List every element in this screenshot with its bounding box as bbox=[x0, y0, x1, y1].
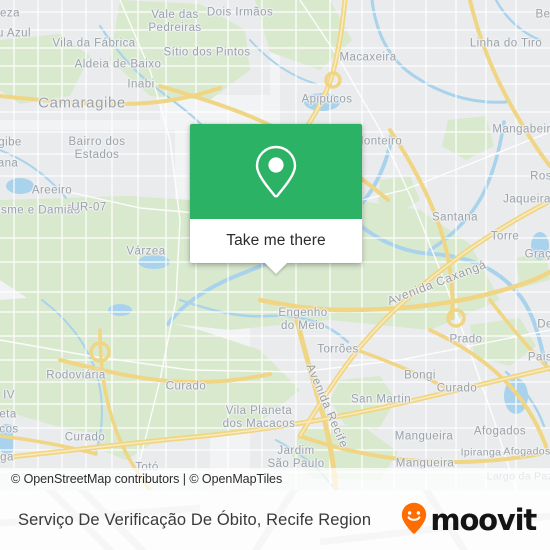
moovit-map-screenshot: eza u Azul Vale das Pedreiras Dois Irmãos Vi… bbox=[0, 0, 550, 550]
attribution-text[interactable]: © OpenStreetMap contributors | © OpenMap… bbox=[0, 472, 282, 486]
map-attribution-bar: © OpenStreetMap contributors | © OpenMap… bbox=[0, 468, 550, 490]
popup-icon-panel bbox=[190, 124, 362, 219]
map-pin-icon bbox=[254, 144, 298, 200]
moovit-wordmark: moovit bbox=[430, 502, 537, 537]
popup-tail bbox=[265, 263, 287, 274]
footer-bar: Serviço De Verificação De Óbito, Recife … bbox=[0, 490, 550, 550]
map-viewport[interactable]: eza u Azul Vale das Pedreiras Dois Irmãos Vi… bbox=[0, 0, 550, 490]
popup-action-bar[interactable]: Take me there bbox=[190, 219, 362, 274]
take-me-there-button[interactable]: Take me there bbox=[226, 232, 326, 250]
moovit-pin-icon bbox=[401, 502, 427, 539]
map-popup-card[interactable]: Take me there bbox=[190, 124, 362, 274]
moovit-logo[interactable]: moovit bbox=[401, 502, 550, 539]
page-title: Serviço De Verificação De Óbito, Recife … bbox=[18, 510, 372, 529]
